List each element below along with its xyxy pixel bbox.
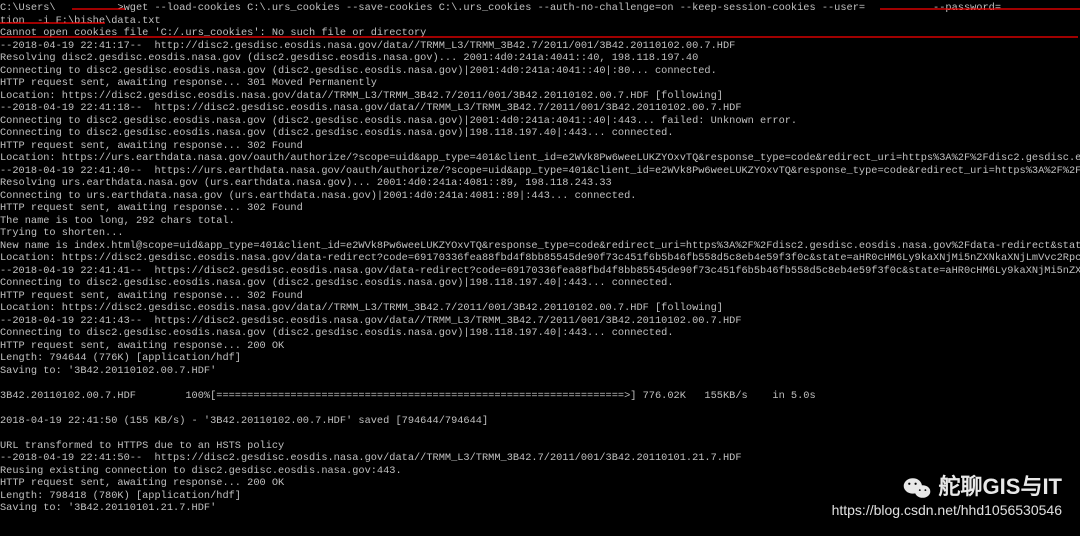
line-36: URL transformed to HTTPS due to an HSTS … — [0, 440, 284, 452]
line-09: --2018-04-19 22:41:18-- https://disc2.ge… — [0, 102, 742, 114]
line-38: Reusing existing connection to disc2.ges… — [0, 465, 402, 477]
line-27: Connecting to disc2.gesdisc.eosdis.nasa.… — [0, 327, 674, 339]
line-17: HTTP request sent, awaiting response... … — [0, 202, 303, 214]
line-39: HTTP request sent, awaiting response... … — [0, 477, 284, 489]
line-16: Connecting to urs.earthdata.nasa.gov (ur… — [0, 190, 636, 202]
line-12: HTTP request sent, awaiting response... … — [0, 140, 303, 152]
line-15: Resolving urs.earthdata.nasa.gov (urs.ea… — [0, 177, 612, 189]
line-18: The name is too long, 292 chars total. — [0, 215, 235, 227]
line-41: Saving to: '3B42.20110101.21.7.HDF' — [0, 502, 216, 514]
line-05: Resolving disc2.gesdisc.eosdis.nasa.gov … — [0, 52, 698, 64]
line-34: 2018-04-19 22:41:50 (155 KB/s) - '3B42.2… — [0, 415, 488, 427]
line-26: --2018-04-19 22:41:43-- https://disc2.ge… — [0, 315, 742, 327]
line-01: C:\Users\ >wget --load-cookies C:\.urs_c… — [0, 2, 1080, 14]
line-22: --2018-04-19 22:41:41-- https://disc2.ge… — [0, 265, 1080, 277]
line-21: Location: https://disc2.gesdisc.eosdis.n… — [0, 252, 1080, 264]
line-03: Cannot open cookies file 'C:/.urs_cookie… — [0, 27, 426, 39]
line-29: Length: 794644 (776K) [application/hdf] — [0, 352, 241, 364]
line-08: Location: https://disc2.gesdisc.eosdis.n… — [0, 90, 723, 102]
line-02: tion -i F:\bishe\data.txt — [0, 15, 161, 27]
wechat-icon — [903, 476, 931, 500]
line-28: HTTP request sent, awaiting response... … — [0, 340, 284, 352]
line-07: HTTP request sent, awaiting response... … — [0, 77, 377, 89]
terminal-output: C:\Users\ >wget --load-cookies C:\.urs_c… — [0, 0, 1080, 515]
line-25: Location: https://disc2.gesdisc.eosdis.n… — [0, 302, 723, 314]
line-04: --2018-04-19 22:41:17-- http://disc2.ges… — [0, 40, 735, 52]
line-37: --2018-04-19 22:41:50-- https://disc2.ge… — [0, 452, 742, 464]
line-13: Location: https://urs.earthdata.nasa.gov… — [0, 152, 1080, 164]
line-24: HTTP request sent, awaiting response... … — [0, 290, 303, 302]
line-06: Connecting to disc2.gesdisc.eosdis.nasa.… — [0, 65, 717, 77]
line-14: --2018-04-19 22:41:40-- https://urs.eart… — [0, 165, 1080, 177]
line-23: Connecting to disc2.gesdisc.eosdis.nasa.… — [0, 277, 674, 289]
line-20: New name is index.html@scope=uid&app_typ… — [0, 240, 1080, 252]
watermark: 舵聊GIS与IT https://blog.csdn.net/hhd105653… — [832, 476, 1062, 517]
line-10: Connecting to disc2.gesdisc.eosdis.nasa.… — [0, 115, 797, 127]
line-11: Connecting to disc2.gesdisc.eosdis.nasa.… — [0, 127, 674, 139]
line-32: 3B42.20110102.00.7.HDF 100%[============… — [0, 390, 816, 402]
watermark-url: https://blog.csdn.net/hhd1056530546 — [832, 504, 1062, 517]
line-30: Saving to: '3B42.20110102.00.7.HDF' — [0, 365, 216, 377]
watermark-title: 舵聊GIS与IT — [939, 481, 1062, 494]
line-40: Length: 798418 (780K) [application/hdf] — [0, 490, 241, 502]
line-19: Trying to shorten... — [0, 227, 124, 239]
terminal-window[interactable]: C:\Users\ >wget --load-cookies C:\.urs_c… — [0, 0, 1080, 536]
